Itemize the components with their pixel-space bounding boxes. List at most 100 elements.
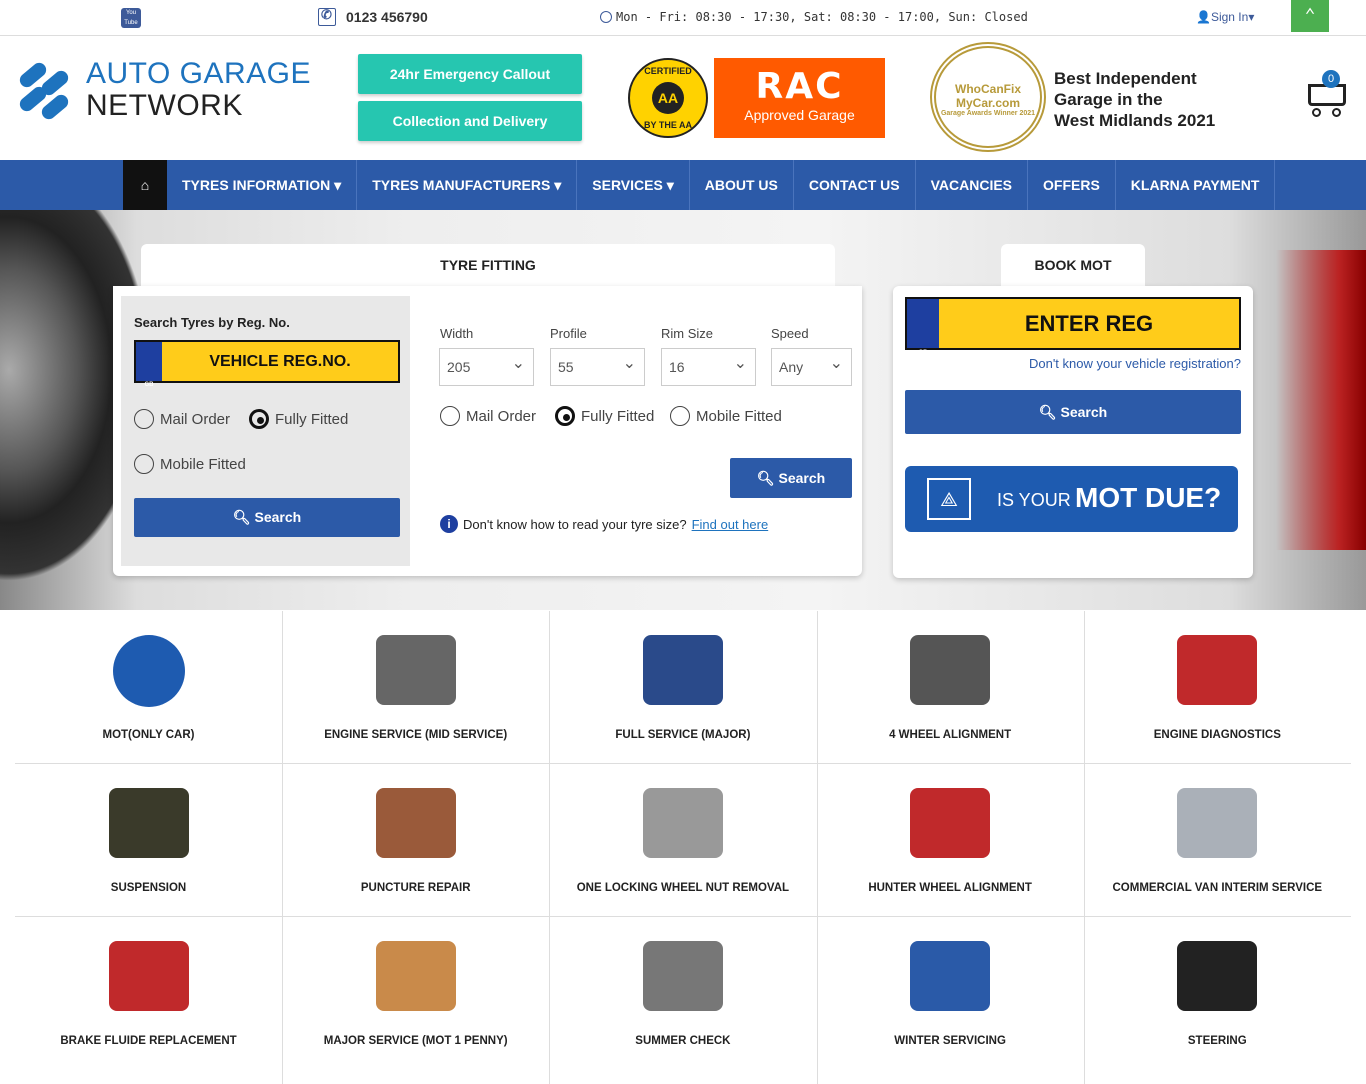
search-label: Search (1060, 404, 1108, 420)
service-name: MAJOR SERVICE (MOT 1 PENNY) (323, 1035, 508, 1047)
rac-logo: RAC (755, 66, 844, 107)
nav-contact-us[interactable]: CONTACT US (794, 160, 916, 210)
service-image-icon (375, 635, 456, 705)
top-bar: You Tube 0123 456790 Mon - Fri: 08:30 - … (0, 0, 1366, 36)
service-tile[interactable]: BRAKE FLUIDE REPLACEMENT (15, 917, 282, 1070)
youtube-icon[interactable]: You Tube (121, 8, 141, 28)
reg-search-button[interactable]: 🔍︎ Search (134, 498, 400, 537)
tyre-fitting-panel: Search Tyres by Reg. No. GB VEHICLE REG.… (113, 286, 862, 576)
speed-label: Speed (771, 326, 809, 341)
aa-bottom-text: BY THE AA (643, 120, 692, 130)
service-name: STEERING (1187, 1035, 1247, 1047)
mot-reg-input[interactable]: GB ENTER REG (905, 297, 1241, 356)
signin-link[interactable]: 👤Sign In▾ (1196, 10, 1254, 24)
service-tile[interactable]: WINTER SERVICING (817, 917, 1084, 1070)
award-badge: WhoCanFix MyCar.com Garage Awards Winner… (930, 42, 1046, 152)
service-tile[interactable]: MOT(ONLY CAR) (15, 611, 282, 764)
cart-wheel (1312, 108, 1321, 117)
service-tile[interactable]: SUMMER CHECK (549, 917, 816, 1070)
award-line2: MyCar.com (955, 96, 1021, 110)
main-nav: ⌂ TYRES INFORMATION ▾ TYRES MANUFACTURER… (0, 160, 1366, 210)
award-line3: Garage Awards Winner 2021 (940, 110, 1036, 117)
size-search-button[interactable]: 🔍︎ Search (730, 458, 852, 498)
rim-size-label: Rim Size (661, 326, 714, 341)
mot-search-button[interactable]: 🔍︎ Search (905, 390, 1241, 434)
scroll-top-button[interactable]: ⌃ (1291, 0, 1329, 32)
service-image-icon (108, 788, 189, 858)
service-image-icon (108, 941, 189, 1011)
home-icon[interactable]: ⌂ (123, 160, 167, 210)
tab-book-mot[interactable]: BOOK MOT (1001, 244, 1145, 288)
service-tile[interactable]: MAJOR SERVICE (MOT 1 PENNY) (282, 917, 549, 1070)
logo-line2: NETWORK (86, 89, 243, 122)
mot-reg-placeholder: ENTER REG (1024, 311, 1154, 336)
award-text: Best Independent Garage in the West Midl… (1054, 68, 1215, 131)
nav-tyres-information[interactable]: TYRES INFORMATION ▾ (167, 160, 358, 210)
service-tile[interactable]: SUSPENSION (15, 764, 282, 917)
service-name: ENGINE DIAGNOSTICS (1153, 729, 1281, 741)
tab-tyre-fitting[interactable]: TYRE FITTING (141, 244, 835, 288)
find-out-link[interactable]: Find out here (692, 517, 769, 532)
service-tile[interactable]: HUNTER WHEEL ALIGNMENT (817, 764, 1084, 917)
logo-mark-icon (14, 58, 78, 123)
service-tile[interactable]: ENGINE DIAGNOSTICS (1084, 611, 1351, 764)
radio-mail-order-size[interactable]: Mail Order (440, 406, 536, 426)
speed-select[interactable]: Any (771, 348, 852, 386)
mot-due-banner[interactable]: ⟁ IS YOUR MOT DUE? (905, 466, 1238, 532)
user-icon: 👤 (1196, 10, 1211, 24)
phone-link[interactable]: 0123 456790 (318, 7, 428, 26)
cart-wheel (1332, 108, 1341, 117)
service-tile[interactable]: ONE LOCKING WHEEL NUT REMOVAL (549, 764, 816, 917)
radio-mobile-fitted-size[interactable]: Mobile Fitted (670, 406, 782, 426)
emergency-callout-button[interactable]: 24hr Emergency Callout (358, 54, 582, 94)
reg-search-box: Search Tyres by Reg. No. GB VEHICLE REG.… (121, 296, 410, 566)
site-logo[interactable]: AUTO GARAGE NETWORK (14, 57, 311, 123)
site-header: AUTO GARAGE NETWORK 24hr Emergency Callo… (0, 36, 1366, 160)
service-name: SUSPENSION (110, 882, 187, 894)
mot-banner-big: MOT DUE? (1075, 482, 1222, 513)
aa-logo-icon: AA (652, 82, 684, 114)
nav-about-us[interactable]: ABOUT US (690, 160, 794, 210)
profile-select[interactable]: 55 (550, 348, 645, 386)
service-name: MOT(ONLY CAR) (102, 729, 195, 741)
nav-vacancies[interactable]: VACANCIES (916, 160, 1029, 210)
nav-klarna-payment[interactable]: KLARNA PAYMENT (1116, 160, 1276, 210)
service-name: PUNCTURE REPAIR (360, 882, 471, 894)
cart-icon[interactable]: 0 (1302, 70, 1350, 118)
service-image-icon (1177, 788, 1258, 858)
radio-fully-fitted-size[interactable]: Fully Fitted (555, 406, 654, 426)
aa-certified-badge: CERTIFIED AA BY THE AA (628, 58, 708, 138)
service-tile[interactable]: 4 WHEEL ALIGNMENT (817, 611, 1084, 764)
service-name: 4 WHEEL ALIGNMENT (889, 729, 1012, 741)
dont-know-reg-link[interactable]: Don't know your vehicle registration? (1029, 356, 1241, 371)
service-tile[interactable]: COMMERCIAL VAN INTERIM SERVICE (1084, 764, 1351, 917)
service-image-icon (375, 941, 456, 1011)
service-image-icon (1177, 941, 1258, 1011)
radio-mobile-fitted[interactable]: Mobile Fitted (134, 454, 246, 474)
nav-tyres-manufacturers[interactable]: TYRES MANUFACTURERS ▾ (357, 160, 578, 210)
service-tile[interactable]: STEERING (1084, 917, 1351, 1070)
nav-offers[interactable]: OFFERS (1028, 160, 1116, 210)
mot-banner-small: IS YOUR (997, 490, 1071, 510)
hours-text: Mon - Fri: 08:30 - 17:30, Sat: 08:30 - 1… (616, 10, 1028, 24)
nav-services[interactable]: SERVICES ▾ (577, 160, 690, 210)
width-select[interactable]: 205 (439, 348, 534, 386)
reg-input[interactable]: GB VEHICLE REG.NO. (134, 340, 400, 388)
award-text-line2: Garage in the (1054, 90, 1163, 109)
logo-line1: AUTO GARAGE (86, 57, 311, 90)
rim-size-select[interactable]: 16 (661, 348, 756, 386)
cart-count-badge: 0 (1322, 70, 1340, 88)
aa-top-text: CERTIFIED (644, 66, 692, 76)
search-icon: 🔍︎ (232, 509, 251, 525)
service-tile[interactable]: PUNCTURE REPAIR (282, 764, 549, 917)
collection-delivery-button[interactable]: Collection and Delivery (358, 101, 582, 141)
radio-label: Mobile Fitted (696, 407, 782, 425)
service-tile[interactable]: ENGINE SERVICE (MID SERVICE) (282, 611, 549, 764)
radio-mail-order[interactable]: Mail Order (134, 409, 230, 429)
radio-fully-fitted[interactable]: Fully Fitted (249, 409, 348, 429)
service-name: HUNTER WHEEL ALIGNMENT (868, 882, 1032, 894)
radio-label: Fully Fitted (581, 407, 655, 425)
service-image-icon (375, 788, 456, 858)
service-tile[interactable]: FULL SERVICE (MAJOR) (549, 611, 816, 764)
rac-subtitle: Approved Garage (744, 107, 855, 123)
